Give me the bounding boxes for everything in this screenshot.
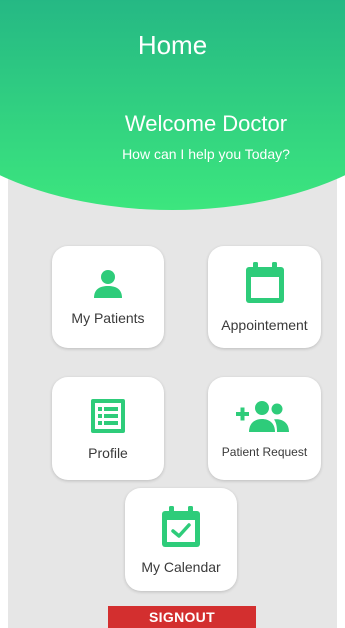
patient-request-label: Patient Request bbox=[221, 444, 308, 459]
list-document-icon bbox=[89, 397, 127, 435]
profile-label: Profile bbox=[88, 444, 128, 461]
appointment-card[interactable]: Appointement bbox=[208, 246, 321, 348]
home-screen: Home Welcome Doctor How can I help you T… bbox=[0, 0, 345, 628]
patient-request-card[interactable]: Patient Request bbox=[208, 377, 321, 480]
calendar-icon bbox=[242, 261, 288, 307]
add-group-icon bbox=[234, 399, 296, 435]
person-icon bbox=[91, 268, 125, 300]
welcome-heading: Welcome Doctor bbox=[124, 111, 288, 136]
page-title: Home bbox=[137, 30, 208, 60]
profile-card[interactable]: Profile bbox=[52, 377, 164, 480]
header-inner: Home Welcome Doctor How can I help you T… bbox=[0, 0, 345, 210]
my-patients-card[interactable]: My Patients bbox=[52, 246, 164, 348]
my-calendar-label: My Calendar bbox=[141, 558, 221, 575]
my-calendar-card[interactable]: My Calendar bbox=[125, 488, 237, 591]
header-banner: Home Welcome Doctor How can I help you T… bbox=[0, 0, 345, 210]
signout-button[interactable]: SIGNOUT bbox=[108, 606, 256, 628]
welcome-subtitle: How can I help you Today? bbox=[122, 146, 290, 162]
my-patients-label: My Patients bbox=[71, 310, 145, 326]
appointment-label: Appointement bbox=[221, 317, 308, 333]
calendar-check-icon bbox=[160, 505, 202, 549]
